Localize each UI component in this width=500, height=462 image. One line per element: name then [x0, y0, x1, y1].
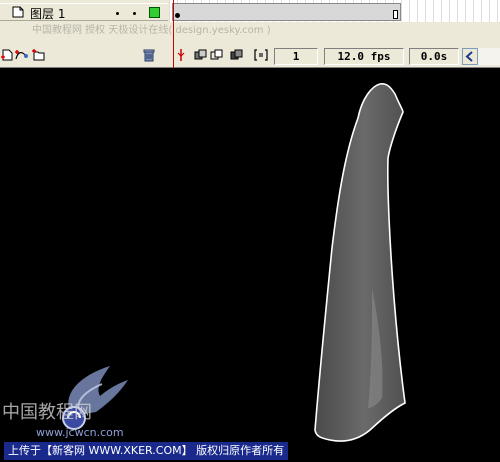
onion-markers-icon[interactable]: [254, 48, 268, 62]
elapsed-time-display: 0.0s: [409, 48, 459, 65]
stage-canvas[interactable]: 中国教程网 www.jcwcn.com: [0, 68, 500, 442]
onion-outline-icon[interactable]: [210, 48, 224, 62]
timeline-watermark: 中国教程网 授权 天极设计在线( design.yesky.com ): [32, 25, 271, 36]
onion-skin-icon[interactable]: [194, 48, 208, 62]
upload-banner: 上传于【新客网 WWW.XKER.COM】 版权归原作者所有: [0, 442, 500, 462]
logo-url: www.jcwcn.com: [36, 426, 124, 439]
frame-span[interactable]: [172, 3, 401, 21]
show-hide-layer-toggle[interactable]: [116, 12, 119, 15]
timeline-panel: 图层 1 中国教程网 授权 天极设计在线( design.yesky.com ): [0, 0, 500, 68]
logo-text: 中国教程网: [2, 402, 92, 423]
scroll-left-button[interactable]: [462, 48, 478, 65]
scroll-left-icon: [465, 51, 473, 62]
horizontal-scrollbar-track[interactable]: [478, 48, 500, 65]
end-frame-marker[interactable]: [393, 10, 398, 19]
layer-icon: [12, 6, 24, 18]
lock-layer-toggle[interactable]: [133, 12, 136, 15]
center-frame-icon[interactable]: [174, 48, 188, 62]
insert-folder-icon[interactable]: [32, 48, 46, 62]
layer-row[interactable]: 图层 1: [0, 3, 168, 21]
motion-guide-icon[interactable]: [14, 48, 28, 62]
keyframe[interactable]: [175, 13, 180, 18]
trash-icon[interactable]: [142, 48, 156, 62]
layer-name[interactable]: 图层 1: [30, 5, 65, 22]
current-frame-display: 1: [274, 48, 318, 65]
insert-layer-icon[interactable]: [0, 48, 14, 62]
frame-rate-display[interactable]: 12.0 fps: [324, 48, 404, 65]
edit-multiple-frames-icon[interactable]: [230, 48, 244, 62]
timeline-toolbar: 1 12.0 fps 0.0s: [0, 44, 500, 66]
banner-text: 上传于【新客网 WWW.XKER.COM】 版权归原作者所有: [4, 442, 289, 460]
frame-grid[interactable]: [169, 0, 500, 22]
drawn-shape[interactable]: [314, 83, 406, 442]
site-logo: 中国教程网 www.jcwcn.com: [2, 366, 128, 439]
layer-outline-color-swatch[interactable]: [149, 7, 160, 18]
